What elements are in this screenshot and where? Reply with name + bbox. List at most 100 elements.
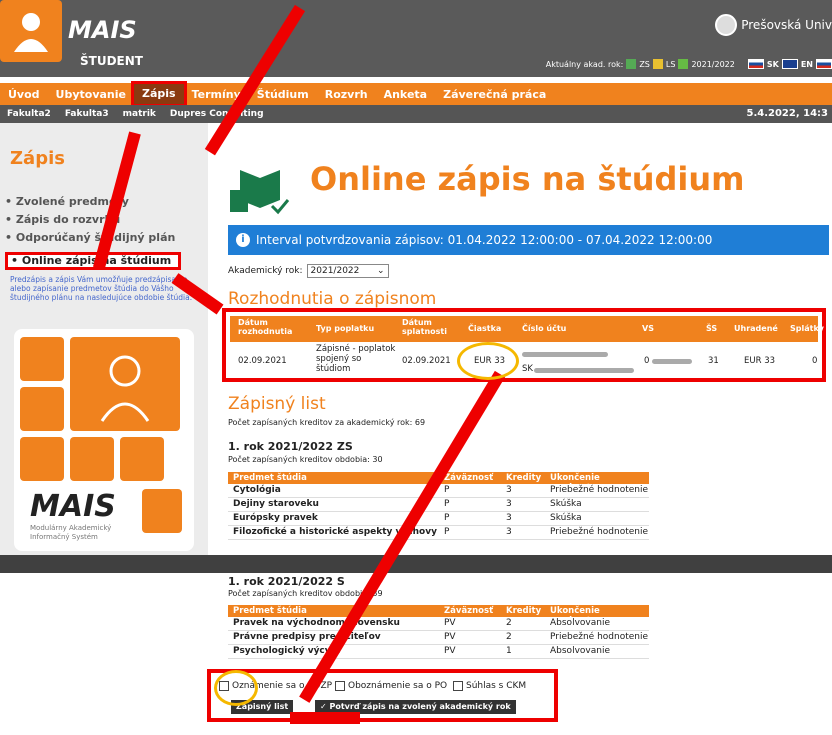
semester-1-credits: Počet zapísaných kreditov obdobia: 30	[228, 455, 383, 464]
subject-name: Pravek na východnom Slovensku	[233, 618, 400, 628]
subject-completion: Priebežné hodnotenie	[550, 485, 649, 495]
hdr-type: Záväznosť	[444, 473, 494, 483]
zs-icon	[626, 59, 637, 69]
subject-completion: Skúška	[550, 513, 582, 523]
submenu-matrik[interactable]: matrik	[116, 109, 163, 119]
book-icon	[20, 387, 64, 431]
mais-logo-subtitle: Modulárny Akademický Informačný Systém	[30, 524, 112, 541]
redacted-account-line	[534, 368, 634, 373]
subject-completion: Priebežné hodnotenie	[550, 527, 649, 537]
col-paid: Uhradené	[734, 324, 778, 333]
hdr-credits: Kredity	[506, 606, 542, 616]
sidebar-item-online-zapis[interactable]: • Online zápis na štúdium	[5, 252, 181, 270]
fees-row: 02.09.2021 Zápisné - poplatok spojený so…	[230, 344, 818, 378]
app-header: MAIS ŠTUDENT Prešovská Univ Aktuálny aka…	[0, 0, 832, 77]
fee-date: 02.09.2021	[238, 356, 287, 366]
submenu-fakulta2[interactable]: Fakulta2	[0, 109, 58, 119]
redacted-vs	[652, 359, 692, 364]
table-row: Psychologický výcvik PV 1 Absolvovanie	[228, 645, 649, 659]
credits-total: Počet zapísaných kreditov za akademický …	[228, 418, 426, 427]
semester-2-table: Predmet štúdia Záväznosť Kredity Ukončen…	[228, 605, 649, 659]
university-seal-icon	[715, 14, 738, 36]
fee-vs-prefix: 0	[644, 356, 650, 366]
fee-type: Zápisné - poplatok spojený so štúdiom	[316, 344, 396, 374]
hdr-credits: Kredity	[506, 473, 542, 483]
brand-name: MAIS	[68, 16, 137, 44]
brand-subtitle: ŠTUDENT	[80, 54, 143, 68]
ls-label[interactable]: LS	[666, 60, 676, 69]
confirmation-highlight: Oznámenie sa o BOZP Oboznámenie sa o PO …	[207, 669, 558, 722]
academic-year-select[interactable]: 2021/2022 ⌄	[306, 264, 389, 278]
sidebar: Zápis • Zvolené predmety • Zápis do rozv…	[0, 123, 208, 555]
document-icon	[70, 437, 114, 481]
subject-name: Európsky pravek	[233, 513, 318, 523]
year-value[interactable]: 2021/2022	[691, 60, 734, 69]
fee-account-prefix: SK	[522, 364, 533, 374]
subject-type: P	[444, 499, 450, 509]
subject-credits: 2	[506, 632, 512, 642]
student-icon	[70, 337, 180, 431]
hdr-subject: Predmet štúdia	[233, 606, 307, 616]
menu-anketa[interactable]: Anketa	[376, 88, 436, 101]
year-label: Aktuálny akad. rok:	[545, 59, 624, 69]
screenshot-separator	[0, 555, 832, 573]
menu-rozvrh[interactable]: Rozvrh	[317, 88, 376, 101]
academic-year-label: Akademický rok:	[228, 266, 303, 276]
flag-ru-icon[interactable]	[816, 59, 832, 69]
mais-student-logo-icon[interactable]	[0, 0, 62, 62]
sub-menu: Fakulta2 Fakulta3 matrik Dupres Consulti…	[0, 105, 832, 123]
po-checkbox[interactable]: Oboznámenie sa o PO	[335, 681, 447, 691]
table-row: Pravek na východnom Slovensku PV 2 Absolvov…	[228, 617, 649, 631]
people-icon	[20, 337, 64, 381]
col-amount: Čiastka	[468, 324, 502, 333]
subject-credits: 1	[506, 646, 512, 656]
flag-sk-icon[interactable]	[747, 59, 764, 69]
submenu-fakulta3[interactable]: Fakulta3	[58, 109, 116, 119]
col-date: Dátum rozhodnutia	[238, 318, 293, 336]
col-type: Typ poplatku	[316, 324, 375, 333]
decisions-heading: Rozhodnutia o zápisnom	[228, 289, 437, 309]
subject-completion: Absolvovanie	[550, 646, 610, 656]
subject-type: PV	[444, 632, 456, 642]
chevron-down-icon: ⌄	[376, 266, 385, 276]
main-menu: Úvod Ubytovanie Zápis Termíny Štúdium Ro…	[0, 81, 832, 107]
subject-name: Dejiny staroveku	[233, 499, 319, 509]
hdr-type: Záväznosť	[444, 606, 494, 616]
lang-sk[interactable]: SK	[767, 60, 779, 69]
checkbox-po-box[interactable]	[335, 681, 345, 691]
subject-completion: Skúška	[550, 499, 582, 509]
ckm-checkbox[interactable]: Súhlas s CKM	[453, 681, 526, 691]
menu-ubytovanie[interactable]: Ubytovanie	[48, 88, 134, 101]
subject-name: Právne predpisy pre učiteľov	[233, 632, 381, 642]
menu-uvod[interactable]: Úvod	[0, 88, 48, 101]
menu-zaverecna-praca[interactable]: Záverečná práca	[435, 88, 554, 101]
academic-year-row: Akademický rok: 2021/2022 ⌄	[228, 264, 389, 278]
menu-studium[interactable]: Štúdium	[249, 88, 317, 101]
ckm-label: Súhlas s CKM	[466, 681, 527, 691]
info-text: Interval potvrdzovania zápisov: 01.04.20…	[256, 233, 713, 247]
gears-icon	[20, 437, 64, 481]
redacted-account	[522, 352, 608, 357]
col-vs: VS	[642, 324, 654, 333]
checkbox-ckm-box[interactable]	[453, 681, 463, 691]
col-installments: Splátky	[790, 324, 824, 333]
menu-zapis[interactable]: Zápis	[131, 81, 187, 107]
submenu-dupres[interactable]: Dupres Consulting	[163, 109, 271, 119]
col-account: Číslo účtu	[522, 324, 567, 333]
current-datetime: 5.4.2022, 14:3	[746, 108, 829, 119]
subject-type: P	[444, 513, 450, 523]
hdr-subject: Predmet štúdia	[233, 473, 307, 483]
subject-credits: 2	[506, 618, 512, 628]
mais-logo: MAIS	[30, 489, 116, 524]
table-row: Dejiny staroveku P 3 Skúška	[228, 498, 649, 512]
table-row: Európsky pravek P 3 Skúška	[228, 512, 649, 526]
sidebar-item-zapis-do-rozvrhu[interactable]: • Zápis do rozvrhu	[5, 213, 120, 226]
enrollment-book-icon	[230, 170, 290, 215]
sidebar-item-odporucany-plan[interactable]: • Odporúčaný študijný plán	[5, 231, 175, 244]
info-banner: i Interval potvrdzovania zápisov: 01.04.…	[228, 225, 829, 255]
flag-en-icon[interactable]	[781, 59, 798, 69]
zs-label[interactable]: ZS	[639, 60, 650, 69]
lang-en[interactable]: EN	[801, 60, 813, 69]
university-name[interactable]: Prešovská Univ	[715, 14, 832, 36]
fee-ss: 31	[708, 356, 719, 366]
